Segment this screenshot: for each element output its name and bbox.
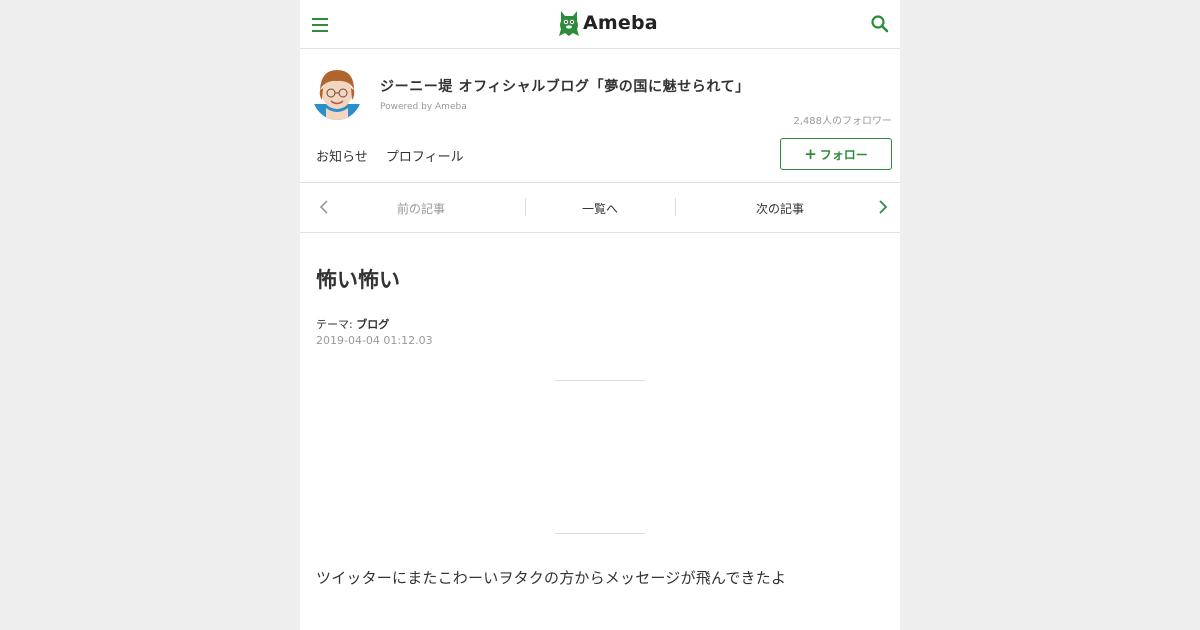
ameba-logo[interactable]: Ameba [558,8,658,38]
entry-date: 2019-04-04 01:12.03 [316,334,433,347]
blog-header: ジーニー堤 オフィシャルブログ「夢の国に魅せられて」 Powered by Am… [300,49,900,183]
entry-pager: 前の記事 一覧へ 次の記事 [300,183,900,233]
ad-divider-bottom [555,533,645,534]
blog-nav: お知らせ プロフィール [316,146,478,165]
ad-divider-top [555,380,645,381]
top-bar: Ameba [300,0,900,49]
nav-profile-link[interactable]: プロフィール [386,150,464,165]
search-icon[interactable] [870,14,890,34]
page: Ameba ジーニー堤 オフィシャルブログ「夢の国に魅せられて」 Powered… [300,0,900,630]
avatar[interactable] [312,66,362,120]
follower-count[interactable]: 2,488人のフォロワー [793,112,892,127]
logo-text: Ameba [583,12,658,34]
follow-button[interactable]: + フォロー [780,138,892,170]
nav-news-link[interactable]: お知らせ [316,150,368,165]
prev-entry-link[interactable]: 前の記事 [397,200,445,217]
next-entry-link[interactable]: 次の記事 [756,200,804,217]
chevron-left-icon[interactable] [318,199,332,215]
entry-list-link[interactable]: 一覧へ [582,200,618,217]
ameba-mascot-icon [559,11,579,36]
theme-link[interactable]: ブログ [356,318,389,331]
plus-icon: + [804,144,817,163]
powered-by-text: Powered by Ameba [380,102,467,112]
blog-title[interactable]: ジーニー堤 オフィシャルブログ「夢の国に魅せられて」 [380,76,750,96]
entry-body-text: ツイッターにまたこわーいヲタクの方からメッセージが飛んできたよ [316,569,787,587]
entry-theme: テーマ: ブログ [316,316,389,332]
entry-title: 怖い怖い [316,268,400,292]
pager-divider [525,198,526,216]
follow-button-label: フォロー [819,147,868,162]
hamburger-menu-icon[interactable] [312,14,328,34]
theme-label: テーマ: [316,318,353,331]
pager-divider [675,198,676,216]
chevron-right-icon[interactable] [876,199,890,215]
